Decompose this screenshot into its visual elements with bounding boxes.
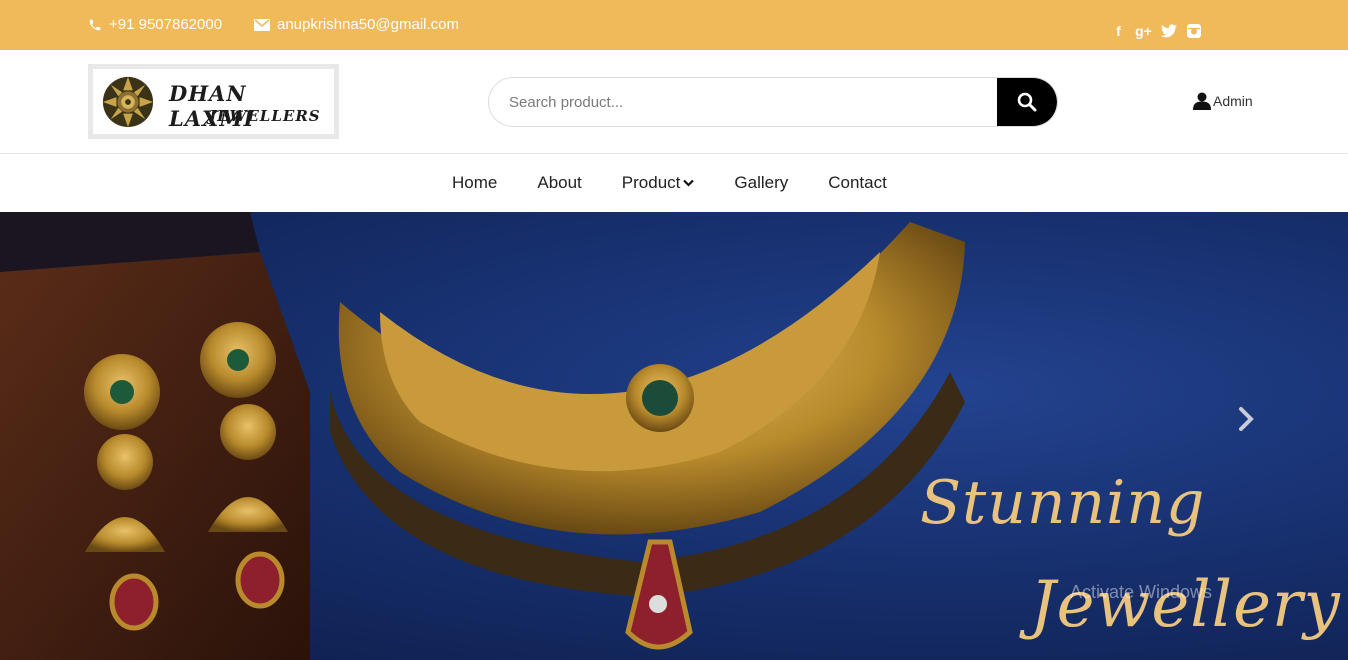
site-header: DHAN LAXMI JEWELLERS Admin [0, 50, 1348, 154]
main-navigation: Home About Product Gallery Contact [0, 154, 1348, 212]
nav-product[interactable]: Product [622, 173, 695, 193]
search-button[interactable] [997, 78, 1057, 126]
nav-gallery[interactable]: Gallery [734, 173, 788, 193]
nav-gallery-label: Gallery [734, 173, 789, 192]
mandala-logo-icon [102, 76, 154, 128]
carousel-next-icon[interactable] [1236, 406, 1256, 432]
hero-slogan-line2: Jewellery [1030, 568, 1341, 642]
facebook-icon[interactable]: f [1110, 22, 1127, 39]
phone-icon [89, 19, 101, 30]
search-icon [1017, 92, 1037, 112]
os-activation-watermark: Activate Windows [1070, 582, 1213, 602]
chevron-down-icon [683, 179, 695, 187]
nav-product-label: Product [621, 173, 681, 192]
social-links: f g+ [1110, 22, 1210, 39]
search-bar [488, 77, 1058, 127]
phone-contact[interactable]: +91 9507862000 [88, 16, 222, 33]
admin-label: Admin [1213, 93, 1253, 109]
logo-subtitle: JEWELLERS [209, 107, 321, 125]
user-icon [1193, 92, 1211, 110]
admin-link[interactable]: Admin [1193, 92, 1253, 110]
email-contact[interactable]: anupkrishna50@gmail.com [254, 16, 459, 33]
nav-home[interactable]: Home [452, 173, 497, 193]
nav-contact-label: Contact [828, 173, 887, 192]
instagram-icon[interactable] [1185, 22, 1202, 39]
hero-banner: Stunning Jewellery Activate Windows [0, 212, 1348, 660]
hero-slogan-line1: Stunning [920, 468, 1206, 538]
top-bar: +91 9507862000 anupkrishna50@gmail.com f… [0, 0, 1348, 50]
google-plus-icon[interactable]: g+ [1135, 22, 1152, 39]
twitter-icon[interactable] [1160, 22, 1177, 39]
nav-contact[interactable]: Contact [828, 173, 887, 193]
phone-number: +91 9507862000 [109, 16, 223, 33]
nav-about[interactable]: About [537, 173, 581, 193]
envelope-icon [254, 18, 270, 31]
email-address: anupkrishna50@gmail.com [277, 16, 459, 33]
nav-about-label: About [537, 173, 582, 192]
nav-home-label: Home [452, 173, 498, 192]
logo-panel: DHAN LAXMI JEWELLERS [93, 69, 334, 134]
site-logo[interactable]: DHAN LAXMI JEWELLERS [88, 64, 339, 139]
search-input[interactable] [489, 78, 999, 126]
